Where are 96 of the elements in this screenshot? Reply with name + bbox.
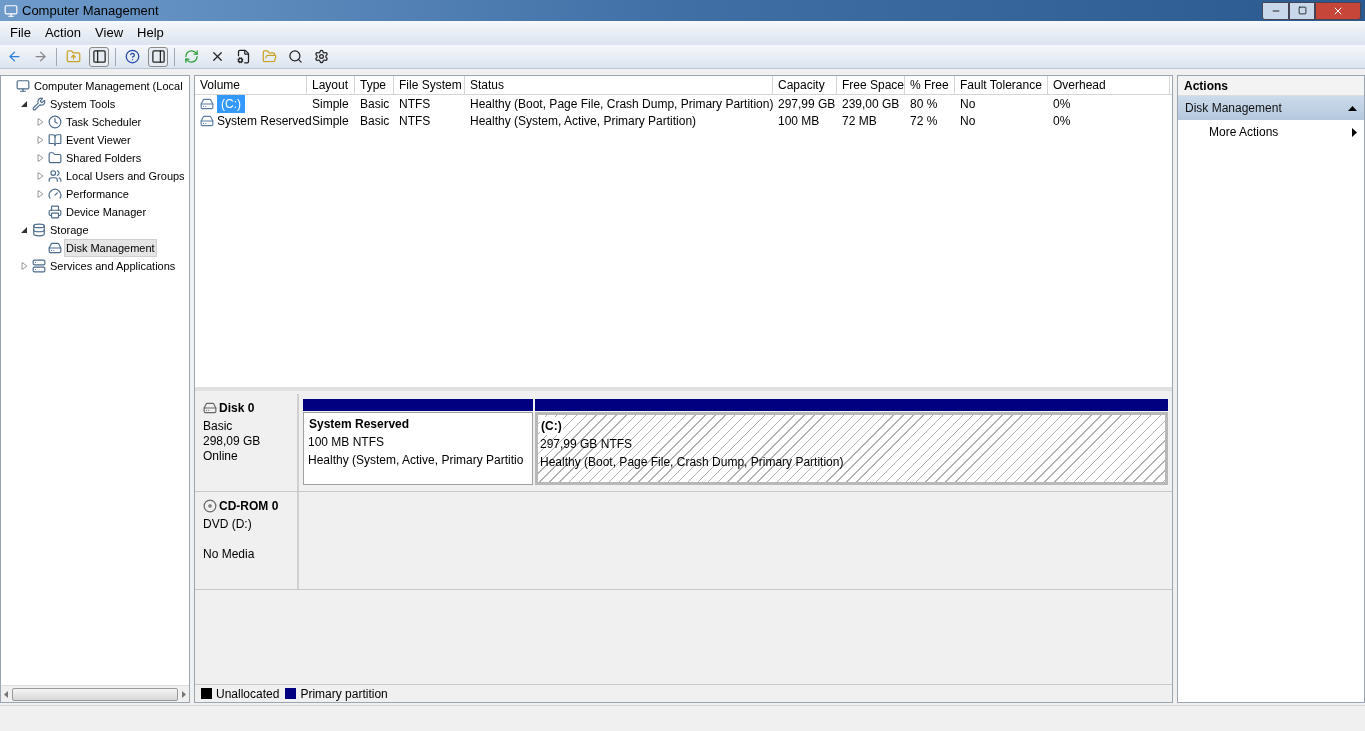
table-cell-text: Basic [360,112,390,130]
collapsed-triangle-icon[interactable] [37,136,44,144]
table-cell-text: 0% [1053,95,1071,113]
partition-size: 297,99 GB NTFS [540,436,633,453]
wrench-icon [32,97,46,111]
column-header[interactable]: File System [394,76,465,94]
column-header[interactable]: Volume [195,76,307,94]
right-panel-icon[interactable] [148,46,168,67]
table-cell-text: Healthy (Boot, Page File, Crash Dump, Primary Partition) [470,95,774,113]
table-cell-text: 0% [1053,112,1071,130]
users-icon [48,169,62,183]
gauge-icon [48,187,62,201]
collapsed-triangle-icon[interactable] [37,172,44,180]
tree-item[interactable]: Performance [64,184,131,204]
menu-item[interactable]: Help [130,23,171,43]
hard-drive-icon [48,241,62,255]
tree-item[interactable]: Task Scheduler [64,112,144,132]
column-header[interactable]: Fault Tolerance [955,76,1048,94]
printer-icon [48,205,62,219]
book-icon [48,133,62,147]
table-cell-text: No [960,95,976,113]
maximize-icon [1297,6,1307,15]
partition-status: Healthy (Boot, Page File, Crash Dump, Primary Partition) [540,454,844,471]
database-icon [32,223,46,237]
table-cell-text: NTFS [399,112,431,130]
computer-icon [16,79,30,93]
disk-name: Disk 0 [219,400,255,417]
tree-item[interactable]: Event Viewer [64,130,133,150]
partition-size: 100 MB NTFS [308,434,385,451]
disk-info-text: 298,09 GB [203,433,261,447]
drive-icon [203,401,217,415]
submenu-arrow-icon [1352,127,1357,137]
table-cell-text: Simple [312,95,349,113]
actions-header: Actions [1178,76,1364,96]
disk-info-text: Online [203,448,238,462]
column-header[interactable]: Overhead [1048,76,1170,94]
horizontal-scrollbar[interactable] [1,685,189,702]
table-cell-text: 72 MB [842,112,877,130]
table-cell-text: No [960,112,976,130]
more-actions-item[interactable]: More Actions [1178,120,1364,144]
server-icon [32,259,46,273]
disk-name: CD-ROM 0 [219,498,279,515]
tree-item[interactable]: Shared Folders [64,148,144,168]
tree-item[interactable]: System Tools [48,94,118,114]
expanded-triangle-icon[interactable] [21,226,28,234]
partition-name: (C:) [540,417,563,435]
folder-icon [48,151,62,165]
column-header[interactable]: % Free [905,76,955,94]
table-cell-text: 297,99 GB [778,95,836,113]
partition-status: Healthy (System, Active, Primary Partitio [308,452,524,469]
actions-section-header[interactable]: Disk Management [1178,96,1364,120]
drive-icon [200,96,214,111]
column-header[interactable]: Capacity [773,76,837,94]
table-cell-text: Healthy (System, Active, Primary Partition) [470,112,697,130]
table-cell-text: 72 % [910,112,938,130]
legend-label: Unallocated [216,685,280,703]
window-title: Computer Management [22,1,159,20]
collapsed-triangle-icon[interactable] [21,262,28,270]
left-panel-icon[interactable] [89,46,109,67]
disc-drive-icon [203,499,217,513]
computer-icon [4,3,18,18]
column-header[interactable]: Status [465,76,773,94]
column-header[interactable]: Layout [307,76,355,94]
table-cell-text: 80 % [910,95,938,113]
collapse-triangle-icon [1348,105,1357,111]
disk-info-text: No Media [203,546,255,560]
expanded-triangle-icon[interactable] [21,100,28,108]
menu-item[interactable]: Action [37,23,89,43]
legend-label: Primary partition [300,685,388,703]
scroll-left-icon[interactable] [4,690,8,698]
column-header[interactable]: Type [355,76,394,94]
scroll-right-icon[interactable] [182,690,186,698]
tree-item[interactable]: Disk Management [64,238,157,258]
tree-item[interactable]: Storage [48,220,91,240]
collapsed-triangle-icon[interactable] [37,154,44,162]
table-cell-text: 100 MB [778,112,820,130]
minimize-button[interactable] [1262,1,1289,20]
tree-item[interactable]: Computer Management (Local [32,76,185,96]
table-cell-text: 239,00 GB [842,95,900,113]
collapsed-triangle-icon[interactable] [37,118,44,126]
tree-item[interactable]: Local Users and Groups [64,166,187,186]
tree-item[interactable]: Device Manager [64,202,149,222]
table-cell-text: NTFS [399,95,431,113]
drive-icon [200,113,214,128]
maximize-button[interactable] [1289,1,1315,20]
clock-icon [48,115,62,129]
tree-item[interactable]: Services and Applications [48,256,178,276]
table-cell[interactable]: System Reserved [217,111,312,130]
menu-item[interactable]: File [3,23,38,43]
column-header[interactable]: Free Space [837,76,905,94]
disk-info-text: DVD (D:) [203,516,252,530]
table-cell-text: Basic [360,95,390,113]
collapsed-triangle-icon[interactable] [37,190,44,198]
menu-item[interactable]: View [88,23,131,43]
table-cell-text: Simple [312,112,349,130]
disk-info-text: Basic [203,418,233,432]
